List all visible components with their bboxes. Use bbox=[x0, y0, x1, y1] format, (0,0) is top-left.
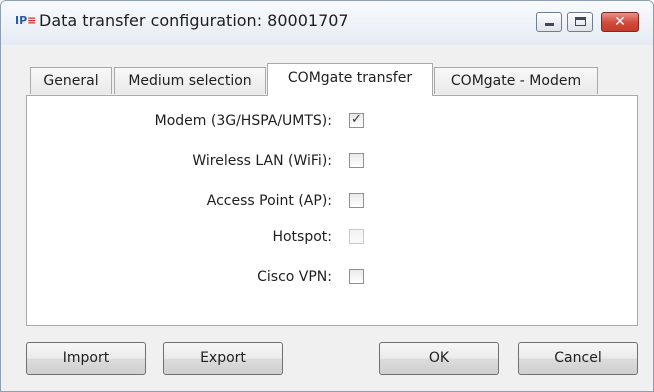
wifi-label: Wireless LAN (WiFi): bbox=[192, 153, 332, 169]
wifi-checkbox[interactable] bbox=[349, 153, 364, 168]
wifi-check-mark bbox=[350, 151, 363, 166]
app-icon-text-a: IP bbox=[15, 14, 28, 27]
close-icon: ✕ bbox=[614, 14, 626, 30]
ok-button[interactable]: OK bbox=[379, 342, 499, 375]
cisco-vpn-checkbox[interactable] bbox=[349, 269, 364, 284]
close-button[interactable]: ✕ bbox=[601, 12, 639, 32]
checkmark-icon: ✓ bbox=[351, 112, 362, 127]
maximize-icon bbox=[575, 17, 586, 26]
modem-label: Modem (3G/HSPA/UMTS): bbox=[154, 113, 332, 129]
cancel-button[interactable]: Cancel bbox=[518, 342, 638, 375]
minimize-button[interactable] bbox=[536, 12, 562, 32]
hotspot-checkbox bbox=[349, 229, 364, 244]
import-button[interactable]: Import bbox=[26, 342, 146, 375]
tab-panel-comgate-transfer: Modem (3G/HSPA/UMTS): ✓ Wireless LAN (Wi… bbox=[26, 95, 638, 326]
ipe-app-icon: IP≡ bbox=[15, 13, 41, 29]
access-point-checkbox[interactable] bbox=[349, 193, 364, 208]
hotspot-check-mark bbox=[350, 227, 363, 242]
access-point-label: Access Point (AP): bbox=[206, 193, 332, 209]
cisco-vpn-check-mark bbox=[350, 267, 363, 282]
dialog-client-area: General Medium selection COMgate transfe… bbox=[1, 45, 653, 391]
maximize-button[interactable] bbox=[567, 12, 593, 32]
tab-comgate-modem[interactable]: COMgate - Modem bbox=[434, 67, 598, 94]
dialog-window: IP≡ Data transfer configuration: 8000170… bbox=[0, 0, 654, 392]
window-title: Data transfer configuration: 80001707 bbox=[39, 11, 349, 30]
app-icon-text-b: ≡ bbox=[27, 14, 37, 27]
tab-medium-selection[interactable]: Medium selection bbox=[114, 67, 266, 94]
tab-general[interactable]: General bbox=[30, 67, 112, 94]
title-bar[interactable]: IP≡ Data transfer configuration: 8000170… bbox=[1, 1, 653, 45]
access-point-check-mark bbox=[350, 191, 363, 206]
cisco-vpn-label: Cisco VPN: bbox=[257, 269, 332, 285]
modem-checkbox[interactable]: ✓ bbox=[349, 112, 364, 128]
minimize-icon bbox=[545, 23, 554, 26]
export-button[interactable]: Export bbox=[163, 342, 283, 375]
tab-comgate-transfer[interactable]: COMgate transfer bbox=[267, 63, 433, 96]
hotspot-label: Hotspot: bbox=[272, 229, 332, 245]
